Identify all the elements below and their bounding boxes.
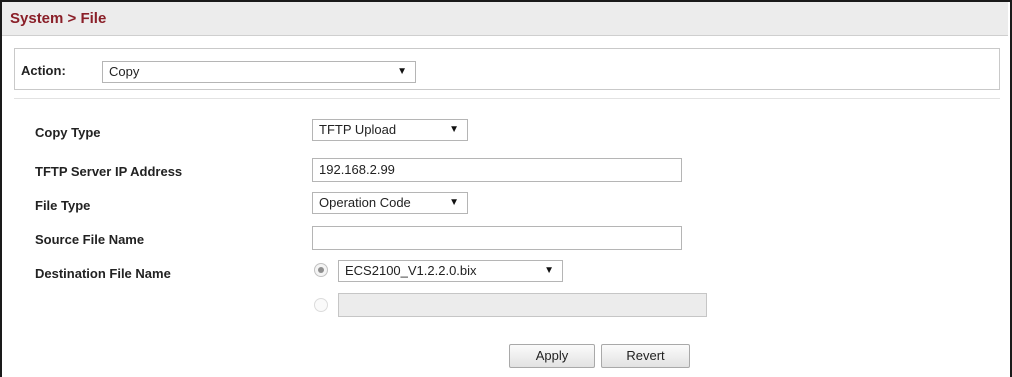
chevron-down-icon: ▼ — [449, 197, 459, 208]
apply-button[interactable]: Apply — [509, 344, 595, 368]
chevron-down-icon: ▼ — [397, 66, 407, 77]
action-label: Action: — [21, 63, 66, 78]
divider — [14, 98, 1000, 99]
source-file-input[interactable] — [312, 226, 682, 250]
file-type-select[interactable]: Operation Code ▼ — [312, 192, 468, 214]
source-file-label: Source File Name — [35, 232, 145, 247]
destination-file-label: Destination File Name — [35, 266, 171, 281]
file-type-value: Operation Code — [319, 195, 411, 210]
copy-type-value: TFTP Upload — [319, 122, 397, 137]
action-select[interactable]: Copy ▼ — [102, 61, 416, 83]
copy-type-label: Copy Type — [35, 125, 101, 140]
destination-custom-radio[interactable] — [314, 298, 328, 312]
chevron-down-icon: ▼ — [544, 265, 554, 276]
destination-existing-radio[interactable] — [314, 263, 328, 277]
title-bar: System > File — [2, 2, 1008, 36]
destination-custom-input[interactable] — [338, 293, 707, 317]
tftp-server-input[interactable]: 192.168.2.99 — [312, 158, 682, 182]
tftp-server-label: TFTP Server IP Address — [35, 164, 183, 179]
revert-button[interactable]: Revert — [601, 344, 690, 368]
action-select-value: Copy — [109, 64, 140, 79]
page-title: System > File — [10, 10, 107, 27]
copy-type-select[interactable]: TFTP Upload ▼ — [312, 119, 468, 141]
chevron-down-icon: ▼ — [449, 124, 459, 135]
destination-file-value: ECS2100_V1.2.2.0.bix — [345, 263, 477, 278]
destination-file-select[interactable]: ECS2100_V1.2.2.0.bix ▼ — [338, 260, 563, 282]
file-type-label: File Type — [35, 198, 91, 213]
